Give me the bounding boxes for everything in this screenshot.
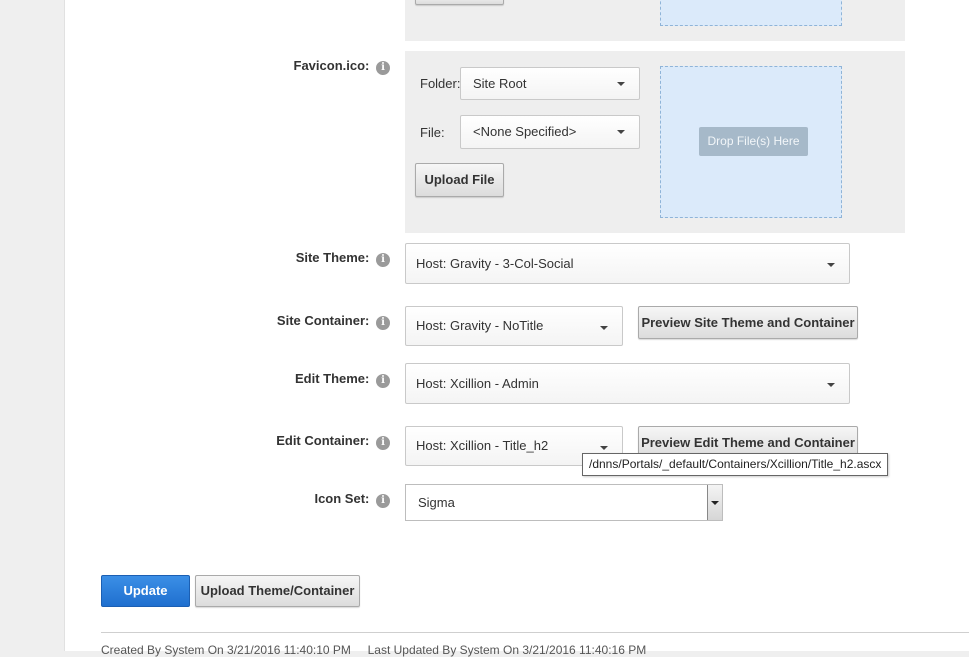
site-theme-label: Site Theme: bbox=[295, 250, 370, 265]
chevron-down-icon bbox=[600, 326, 608, 330]
file-label: File: bbox=[420, 125, 445, 140]
folder-label: Folder: bbox=[420, 76, 461, 91]
info-icon[interactable]: i bbox=[376, 316, 390, 330]
edit-container-label-row: Edit Container: i bbox=[240, 433, 390, 450]
edit-container-value: Host: Xcillion - Title_h2 bbox=[416, 438, 549, 453]
info-icon[interactable]: i bbox=[376, 374, 390, 388]
favicon-label: Favicon.ico: bbox=[293, 58, 370, 73]
chevron-down-icon bbox=[827, 263, 835, 267]
edit-theme-label: Edit Theme: bbox=[294, 371, 370, 386]
logo-drop-zone[interactable] bbox=[660, 0, 842, 26]
edit-theme-value: Host: Xcillion - Admin bbox=[416, 376, 539, 391]
dropdown-arrow-button[interactable] bbox=[707, 485, 722, 520]
drop-files-button[interactable]: Drop File(s) Here bbox=[699, 127, 808, 156]
site-theme-value: Host: Gravity - 3-Col-Social bbox=[416, 256, 574, 271]
chevron-down-icon bbox=[827, 383, 835, 387]
icon-set-label-row: Icon Set: i bbox=[240, 491, 390, 508]
chevron-down-icon bbox=[617, 82, 625, 86]
site-theme-label-row: Site Theme: i bbox=[240, 250, 390, 267]
folder-select-value: Site Root bbox=[473, 76, 527, 91]
upload-file-button[interactable]: Upload File bbox=[415, 163, 504, 197]
update-button[interactable]: Update bbox=[101, 575, 190, 607]
site-container-value: Host: Gravity - NoTitle bbox=[416, 318, 544, 333]
file-select-value: <None Specified> bbox=[473, 124, 577, 139]
icon-set-value: Sigma bbox=[418, 495, 455, 510]
chevron-down-icon bbox=[600, 446, 608, 450]
site-theme-select[interactable]: Host: Gravity - 3-Col-Social bbox=[405, 243, 850, 284]
icon-set-label: Icon Set: bbox=[314, 491, 370, 506]
site-container-label: Site Container: bbox=[276, 313, 370, 328]
info-icon[interactable]: i bbox=[376, 494, 390, 508]
info-icon[interactable]: i bbox=[376, 436, 390, 450]
folder-select[interactable]: Site Root bbox=[460, 67, 640, 100]
edit-container-label: Edit Container: bbox=[276, 433, 370, 448]
info-icon[interactable]: i bbox=[376, 61, 390, 75]
edit-theme-select[interactable]: Host: Xcillion - Admin bbox=[405, 363, 850, 404]
icon-set-select[interactable]: Sigma bbox=[405, 484, 723, 521]
edit-theme-label-row: Edit Theme: i bbox=[240, 371, 390, 388]
site-container-label-row: Site Container: i bbox=[240, 313, 390, 330]
site-container-select[interactable]: Host: Gravity - NoTitle bbox=[405, 306, 623, 346]
preview-site-theme-button[interactable]: Preview Site Theme and Container bbox=[638, 306, 858, 339]
chevron-down-icon bbox=[711, 501, 719, 505]
favicon-label-row: Favicon.ico: i bbox=[240, 58, 390, 75]
audit-footer: Created By System On 3/21/2016 11:40:10 … bbox=[101, 643, 647, 657]
info-icon[interactable]: i bbox=[376, 253, 390, 267]
path-tooltip: /dnns/Portals/_default/Containers/Xcilli… bbox=[582, 453, 889, 476]
logo-upload-button[interactable] bbox=[415, 0, 504, 5]
footer-divider bbox=[101, 632, 969, 633]
upload-theme-container-button[interactable]: Upload Theme/Container bbox=[195, 575, 360, 607]
file-select[interactable]: <None Specified> bbox=[460, 115, 640, 149]
chevron-down-icon bbox=[617, 130, 625, 134]
